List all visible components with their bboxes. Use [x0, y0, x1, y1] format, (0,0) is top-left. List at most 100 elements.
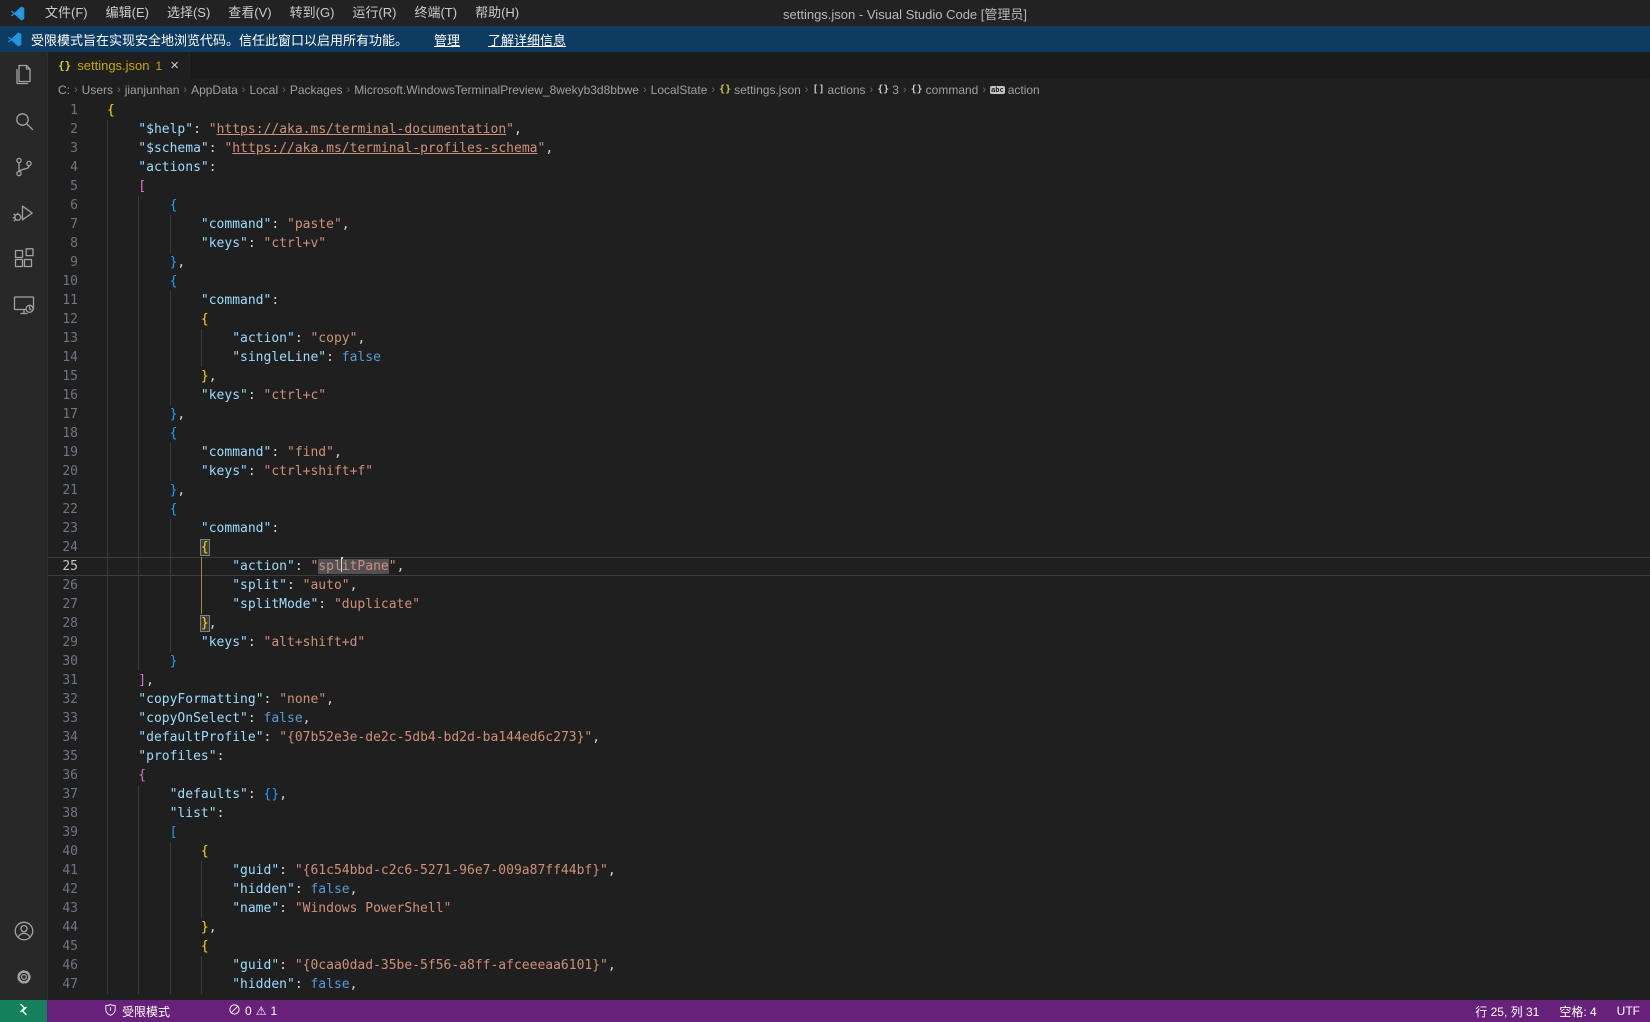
remote-indicator[interactable] [0, 1000, 47, 1022]
code-line-42[interactable]: 42 "hidden": false, [48, 880, 1650, 899]
line-number[interactable]: 31 [48, 671, 78, 690]
manage-link[interactable]: 管理 [434, 30, 460, 49]
code-line-47[interactable]: 47 "hidden": false, [48, 975, 1650, 994]
code-line-29[interactable]: 29 "keys": "alt+shift+d" [48, 633, 1650, 652]
code-editor[interactable]: 1{2 "$help": "https://aka.ms/terminal-doc… [48, 100, 1650, 1000]
line-number[interactable]: 10 [48, 272, 78, 291]
restricted-mode-status[interactable]: 受限模式 [95, 1000, 179, 1022]
code-line-46[interactable]: 46 "guid": "{0caa0dad-35be-5f56-a8ff-afce… [48, 956, 1650, 975]
code-line-31[interactable]: 31], [48, 671, 1650, 690]
breadcrumb-item-local[interactable]: Local [249, 83, 278, 97]
line-number[interactable]: 7 [48, 215, 78, 234]
code-line-34[interactable]: 34 "defaultProfile": "{07b52e3e-de2c-5db4… [48, 728, 1650, 747]
line-number[interactable]: 19 [48, 443, 78, 462]
breadcrumb-item-packages[interactable]: Packages [290, 83, 343, 97]
code-line-2[interactable]: 2 "$help": "https://aka.ms/terminal-docum… [48, 120, 1650, 139]
breadcrumb-item-action[interactable]: abc action [990, 83, 1040, 97]
line-number[interactable]: 41 [48, 861, 78, 880]
menu-help[interactable]: 帮助(H) [466, 0, 528, 26]
line-number[interactable]: 32 [48, 690, 78, 709]
code-line-7[interactable]: 7 "command": "paste", [48, 215, 1650, 234]
code-line-11[interactable]: 11 "command": [48, 291, 1650, 310]
breadcrumb-item-settings-json[interactable]: {} settings.json [719, 83, 801, 97]
line-number[interactable]: 44 [48, 918, 78, 937]
line-number[interactable]: 25 [48, 557, 78, 576]
code-line-27[interactable]: 27 "splitMode": "duplicate" [48, 595, 1650, 614]
line-number[interactable]: 6 [48, 196, 78, 215]
code-line-43[interactable]: 43 "name": "Windows PowerShell" [48, 899, 1650, 918]
line-number[interactable]: 35 [48, 747, 78, 766]
code-line-15[interactable]: 15}, [48, 367, 1650, 386]
code-line-13[interactable]: 13 "action": "copy", [48, 329, 1650, 348]
code-line-26[interactable]: 26 "split": "auto", [48, 576, 1650, 595]
code-line-5[interactable]: 5[ [48, 177, 1650, 196]
code-line-12[interactable]: 12 { [48, 310, 1650, 329]
encoding-status[interactable]: UTF [1607, 1000, 1650, 1022]
line-number[interactable]: 34 [48, 728, 78, 747]
line-number[interactable]: 15 [48, 367, 78, 386]
code-line-28[interactable]: 28}, [48, 614, 1650, 633]
line-number[interactable]: 27 [48, 595, 78, 614]
breadcrumb-item-command[interactable]: {} command [911, 83, 979, 97]
close-tab-icon[interactable]: × [170, 58, 179, 73]
line-number[interactable]: 9 [48, 253, 78, 272]
line-number[interactable]: 28 [48, 614, 78, 633]
tab-settings-json[interactable]: {} settings.json 1 × [48, 52, 190, 79]
problems-status[interactable]: 0 ⚠ 1 [219, 1000, 286, 1022]
code-line-3[interactable]: 3 "$schema": "https://aka.ms/terminal-pro… [48, 139, 1650, 158]
line-number[interactable]: 37 [48, 785, 78, 804]
line-number[interactable]: 18 [48, 424, 78, 443]
code-line-45[interactable]: 45 { [48, 937, 1650, 956]
code-line-38[interactable]: 38 "list": [48, 804, 1650, 823]
activity-run-debug-button[interactable] [0, 190, 48, 236]
breadcrumb-item-jianjunhan[interactable]: jianjunhan [125, 83, 180, 97]
line-number[interactable]: 47 [48, 975, 78, 994]
line-number[interactable]: 8 [48, 234, 78, 253]
line-number[interactable]: 21 [48, 481, 78, 500]
breadcrumb-item-c-[interactable]: C: [58, 83, 70, 97]
line-number[interactable]: 22 [48, 500, 78, 519]
activity-source-control-button[interactable] [0, 144, 48, 190]
code-line-4[interactable]: 4 "actions": [48, 158, 1650, 177]
code-line-18[interactable]: 18 { [48, 424, 1650, 443]
line-number[interactable]: 14 [48, 348, 78, 367]
line-number[interactable]: 20 [48, 462, 78, 481]
line-number[interactable]: 36 [48, 766, 78, 785]
code-line-24[interactable]: 24 { [48, 538, 1650, 557]
activity-explorer-button[interactable] [0, 52, 48, 98]
line-number[interactable]: 39 [48, 823, 78, 842]
line-number[interactable]: 43 [48, 899, 78, 918]
breadcrumb-item-localstate[interactable]: LocalState [651, 83, 708, 97]
menu-go[interactable]: 转到(G) [281, 0, 344, 26]
line-number[interactable]: 5 [48, 177, 78, 196]
code-line-36[interactable]: 36 { [48, 766, 1650, 785]
code-line-9[interactable]: 9}, [48, 253, 1650, 272]
code-line-14[interactable]: 14 "singleLine": false [48, 348, 1650, 367]
line-number[interactable]: 1 [48, 101, 78, 120]
line-number[interactable]: 16 [48, 386, 78, 405]
line-number[interactable]: 42 [48, 880, 78, 899]
line-number[interactable]: 29 [48, 633, 78, 652]
menu-run[interactable]: 运行(R) [343, 0, 405, 26]
line-number[interactable]: 4 [48, 158, 78, 177]
line-number[interactable]: 45 [48, 937, 78, 956]
menu-file[interactable]: 文件(F) [36, 0, 97, 26]
line-number[interactable]: 33 [48, 709, 78, 728]
breadcrumb-item-actions[interactable]: [] actions [812, 83, 865, 97]
code-line-44[interactable]: 44}, [48, 918, 1650, 937]
line-number[interactable]: 40 [48, 842, 78, 861]
menu-selection[interactable]: 选择(S) [158, 0, 219, 26]
line-number[interactable]: 38 [48, 804, 78, 823]
activity-search-button[interactable] [0, 98, 48, 144]
line-number[interactable]: 24 [48, 538, 78, 557]
code-line-19[interactable]: 19 "command": "find", [48, 443, 1650, 462]
line-number[interactable]: 30 [48, 652, 78, 671]
menu-view[interactable]: 查看(V) [219, 0, 280, 26]
breadcrumb-item-3[interactable]: {} 3 [877, 83, 899, 97]
code-line-17[interactable]: 17}, [48, 405, 1650, 424]
code-line-23[interactable]: 23 "command": [48, 519, 1650, 538]
line-number[interactable]: 13 [48, 329, 78, 348]
cursor-position-status[interactable]: 行 25, 列 31 [1465, 1000, 1549, 1022]
breadcrumb-item-appdata[interactable]: AppData [191, 83, 238, 97]
code-line-8[interactable]: 8 "keys": "ctrl+v" [48, 234, 1650, 253]
